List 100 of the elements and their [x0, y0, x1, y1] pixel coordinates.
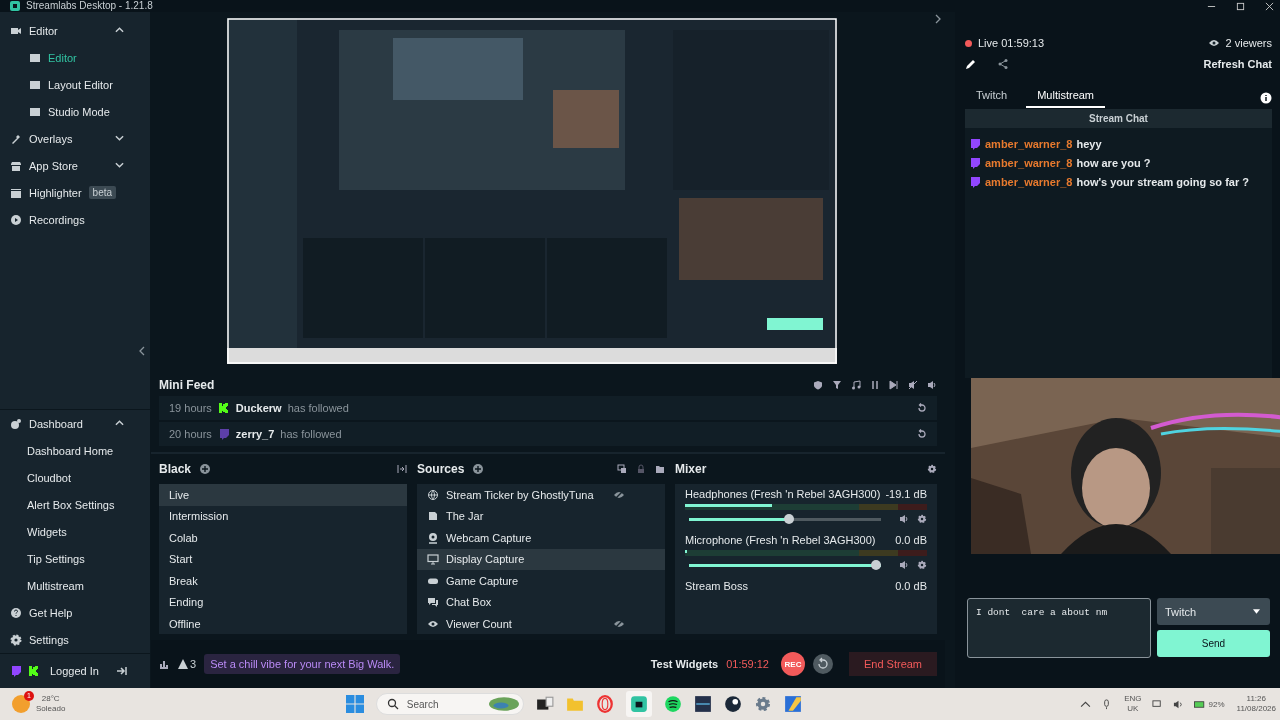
- send-button[interactable]: Send: [1157, 630, 1270, 657]
- layout-icon: [29, 51, 41, 64]
- end-stream-button[interactable]: End Stream: [849, 652, 937, 676]
- source-item[interactable]: Chat Box: [417, 591, 665, 613]
- add-icon[interactable]: [200, 464, 211, 474]
- filter-icon[interactable]: [832, 380, 842, 390]
- collapse-icon[interactable]: [139, 346, 145, 356]
- chevron-up-icon[interactable]: [1080, 698, 1092, 710]
- replay-icon[interactable]: [917, 403, 927, 413]
- sidebar-item[interactable]: Dashboard: [0, 410, 150, 437]
- chat-icon: [427, 596, 439, 609]
- platform-dropdown[interactable]: Twitch: [1157, 598, 1270, 625]
- chat-message: how are you ?: [1076, 157, 1151, 169]
- event-user: Duckerw: [235, 402, 282, 414]
- scene-item[interactable]: Colab: [159, 527, 407, 549]
- event-time: 20 hours: [169, 428, 212, 440]
- sidebar-item[interactable]: App Store: [0, 152, 150, 179]
- music-app-icon[interactable]: [663, 695, 682, 713]
- music-icon[interactable]: [851, 380, 861, 390]
- sidebar-item[interactable]: Recordings: [0, 206, 150, 233]
- sidebar-item[interactable]: Editor: [0, 17, 150, 44]
- sidebar-subitem[interactable]: Cloudbot: [0, 464, 150, 491]
- task-view-icon[interactable]: [535, 695, 554, 713]
- info-icon[interactable]: [1260, 92, 1272, 104]
- share-icon[interactable]: [997, 58, 1009, 70]
- steam-icon[interactable]: [723, 695, 742, 713]
- replay-icon[interactable]: [917, 429, 927, 439]
- layout-icon: [29, 78, 41, 91]
- sidebar-subitem[interactable]: Dashboard Home: [0, 437, 150, 464]
- chat-tab[interactable]: Multistream: [1026, 88, 1106, 108]
- waveform-app-icon[interactable]: [693, 695, 712, 713]
- source-item[interactable]: Viewer Count: [417, 613, 665, 634]
- logout-icon[interactable]: [116, 665, 128, 677]
- expand-icon[interactable]: [935, 14, 941, 24]
- source-item[interactable]: Webcam Capture: [417, 527, 665, 549]
- sidebar-subitem[interactable]: Widgets: [0, 518, 150, 545]
- channel-name: Microphone (Fresh 'n Rebel 3AGH300): [685, 534, 876, 546]
- game-app-icon[interactable]: [783, 695, 802, 713]
- ring-icon[interactable]: [595, 695, 614, 713]
- source-item[interactable]: Stream Ticker by GhostlyTuna: [417, 484, 665, 506]
- alerts-counter[interactable]: 3: [177, 658, 197, 670]
- language-indicator[interactable]: ENG UK: [1124, 694, 1142, 714]
- shield-icon[interactable]: [813, 380, 823, 390]
- source-item[interactable]: The Jar: [417, 505, 665, 527]
- folder-icon[interactable]: [655, 464, 665, 474]
- scene-item[interactable]: Live: [159, 484, 407, 506]
- scene-item[interactable]: Offline: [159, 613, 407, 634]
- sidebar-subitem[interactable]: Editor: [0, 44, 150, 71]
- sidebar-subitem[interactable]: Studio Mode: [0, 98, 150, 125]
- network-icon[interactable]: [1151, 698, 1163, 710]
- settings-icon: [10, 633, 22, 646]
- brush-icon: [10, 132, 22, 145]
- maximize-icon[interactable]: [1236, 1, 1245, 11]
- settings-icon[interactable]: [917, 514, 927, 524]
- search-field[interactable]: Search: [375, 693, 524, 715]
- source-item[interactable]: Game Capture: [417, 570, 665, 592]
- settings-icon[interactable]: [927, 464, 937, 474]
- sidebar-subitem[interactable]: Tip Settings: [0, 545, 150, 572]
- sidebar-item[interactable]: Get Help: [0, 599, 150, 626]
- scene-item[interactable]: Intermission: [159, 505, 407, 527]
- chevron-icon: [115, 162, 124, 168]
- settings-icon[interactable]: [753, 695, 772, 713]
- source-label: The Jar: [446, 510, 485, 523]
- speaker-icon[interactable]: [899, 514, 909, 524]
- sidebar-item[interactable]: Settings: [0, 626, 150, 653]
- replay-buffer-icon[interactable]: [813, 654, 833, 674]
- sidebar-subitem[interactable]: Multistream: [0, 572, 150, 599]
- clock[interactable]: 11:26 11/08/2026: [1236, 694, 1276, 714]
- pause-icon[interactable]: [870, 380, 880, 390]
- store-icon: [10, 159, 22, 172]
- scene-item[interactable]: Ending: [159, 591, 407, 613]
- chat-tab[interactable]: Twitch: [965, 88, 1019, 108]
- volume-icon[interactable]: [1172, 698, 1184, 710]
- settings-icon[interactable]: [917, 560, 927, 570]
- source-item[interactable]: Display Capture: [417, 548, 665, 570]
- windows-start-icon[interactable]: [345, 695, 364, 713]
- close-icon[interactable]: [1265, 1, 1274, 11]
- chevron-icon: [115, 135, 124, 141]
- eye-icon: [1207, 37, 1220, 49]
- scene-item[interactable]: Break: [159, 570, 407, 592]
- refresh-chat-button[interactable]: Refresh Chat: [1203, 58, 1272, 70]
- lock-icon[interactable]: [636, 464, 646, 474]
- stats-icon[interactable]: [159, 659, 169, 669]
- streamlabs-app-icon[interactable]: [625, 691, 652, 717]
- mute-icon[interactable]: [908, 380, 918, 390]
- transition-icon[interactable]: [397, 464, 407, 474]
- sidebar-item[interactable]: Overlays: [0, 125, 150, 152]
- add-icon[interactable]: [473, 464, 484, 474]
- sidebar-subitem[interactable]: Layout Editor: [0, 71, 150, 98]
- copy-icon[interactable]: [617, 464, 627, 474]
- sidebar-subitem[interactable]: Alert Box Settings: [0, 491, 150, 518]
- sidebar-item[interactable]: Highlighter beta: [0, 179, 150, 206]
- speaker-icon[interactable]: [899, 560, 909, 570]
- scene-item[interactable]: Start: [159, 548, 407, 570]
- pencil-icon[interactable]: [965, 58, 977, 70]
- skip-icon[interactable]: [889, 380, 899, 390]
- test-widgets-button[interactable]: Test Widgets: [650, 658, 719, 670]
- chat-input[interactable]: I dont care a about nm: [967, 598, 1151, 658]
- twitch-icon: [969, 176, 981, 188]
- speaker-icon[interactable]: [927, 380, 937, 390]
